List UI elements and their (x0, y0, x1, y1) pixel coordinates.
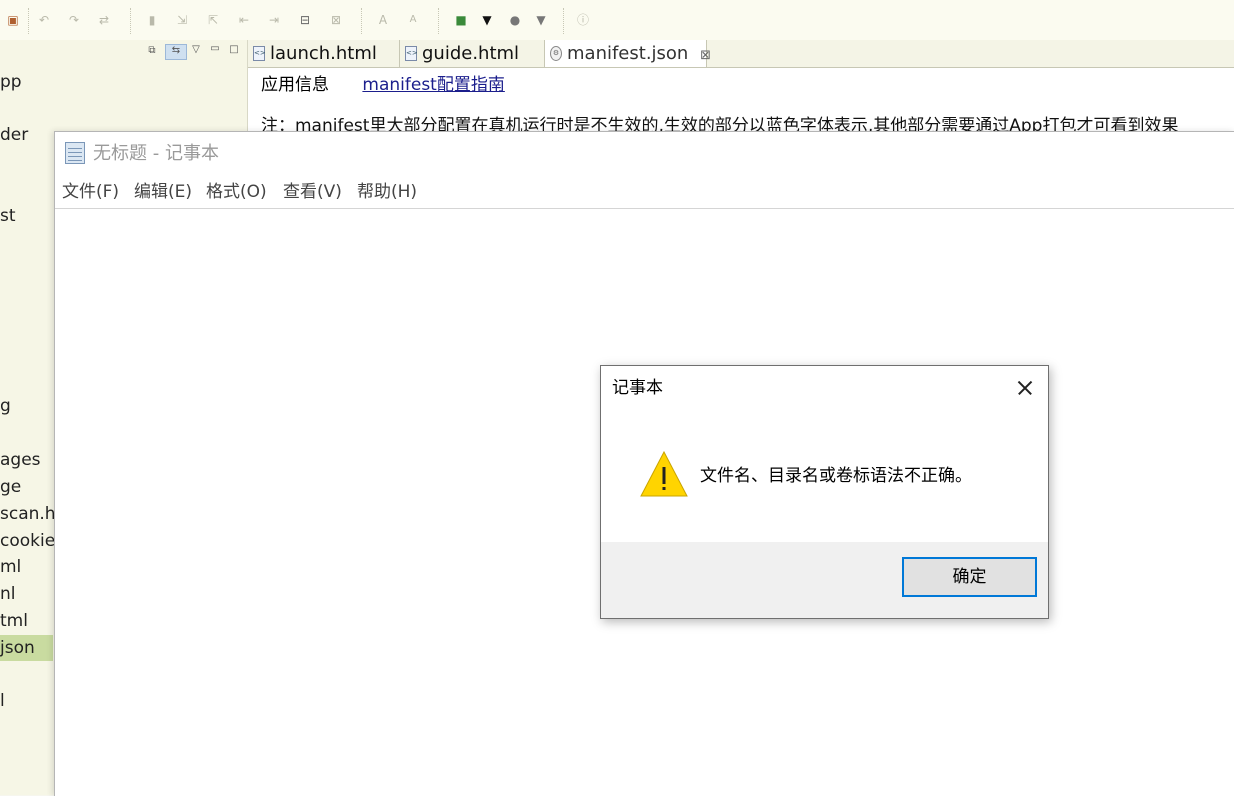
menu-edit[interactable]: 编辑(E) (134, 180, 192, 204)
menu-file[interactable]: 文件(F) (62, 180, 119, 204)
menu-help[interactable]: 帮助(H) (357, 180, 417, 204)
tab-launch-html[interactable]: <> launch.html (248, 40, 400, 67)
info-icon[interactable]: ⓘ (576, 13, 590, 27)
run-icon[interactable]: ⇄ (97, 13, 111, 27)
step-out-icon[interactable]: ⇥ (267, 13, 281, 27)
html-file-icon: <> (253, 46, 266, 61)
new-project-icon[interactable]: ■ (454, 13, 468, 27)
dropdown-icon[interactable]: ▼ (534, 13, 548, 27)
settings-icon[interactable]: ● (508, 13, 522, 27)
dialog-footer: 确定 (601, 542, 1048, 618)
ok-button[interactable]: 确定 (902, 557, 1037, 597)
tree-item-selected[interactable]: json (0, 635, 53, 661)
collapse-all-icon[interactable]: ⧉ (145, 45, 159, 57)
link-editor-icon[interactable]: ⇆ (165, 44, 187, 60)
manifest-guide-link[interactable]: manifest配置指南 (362, 75, 504, 95)
tab-label: launch.html (270, 43, 377, 64)
error-dialog: 记事本 文件名、目录名或卷标语法不正确。 确定 (600, 365, 1049, 619)
close-tab-icon[interactable]: ⊠ (700, 48, 711, 63)
toolbar-separator (361, 8, 363, 34)
font-increase-icon[interactable]: A (376, 13, 390, 27)
maximize-icon[interactable]: □ (227, 44, 241, 56)
close-icon[interactable] (1009, 373, 1041, 403)
tab-manifest-json[interactable]: ⚙ manifest.json ⊠ (545, 40, 711, 67)
save-all-icon[interactable]: ▣ (6, 13, 20, 27)
dropdown-icon[interactable]: ▼ (480, 13, 494, 27)
tab-label: manifest.json (567, 43, 689, 64)
toolbar-separator (438, 8, 440, 34)
tab-label: guide.html (422, 43, 520, 64)
notepad-titlebar[interactable]: 无标题 - 记事本 (55, 132, 1234, 176)
tab-guide-html[interactable]: <> guide.html (400, 40, 545, 67)
step-in-icon[interactable]: ⇤ (237, 13, 251, 27)
redo-icon[interactable]: ↷ (67, 13, 81, 27)
toolbar-separator (28, 8, 30, 34)
comment-icon[interactable]: ⊟ (298, 13, 312, 27)
notepad-title: 无标题 - 记事本 (93, 143, 219, 164)
font-decrease-icon[interactable]: A (406, 13, 420, 27)
dialog-title: 记事本 (612, 378, 663, 398)
menu-view[interactable]: 查看(V) (283, 180, 342, 204)
bookmark-icon[interactable]: ▮ (145, 13, 159, 27)
toolbar-separator (130, 8, 132, 34)
warning-icon (640, 450, 688, 497)
html-file-icon: <> (405, 46, 418, 61)
section-label-app-info[interactable]: 应用信息 (261, 75, 329, 95)
json-file-icon: ⚙ (550, 46, 562, 61)
view-menu-icon[interactable]: ▽ (189, 44, 203, 56)
dialog-message: 文件名、目录名或卷标语法不正确。 (700, 466, 972, 486)
toolbar-separator (563, 8, 565, 34)
notepad-icon (65, 142, 85, 164)
tree-item[interactable]: pp (0, 69, 247, 95)
editor-section-nav: 应用信息 manifest配置指南 (261, 73, 505, 97)
import-icon[interactable]: ⇲ (175, 13, 189, 27)
export-icon[interactable]: ⇱ (206, 13, 220, 27)
ide-toolbar: ▣ ↶ ↷ ⇄ ▮ ⇲ ⇱ ⇤ ⇥ ⊟ ⊠ A A ■ ▼ ● ▼ ⓘ (0, 0, 1234, 41)
uncomment-icon[interactable]: ⊠ (329, 13, 343, 27)
notepad-menubar: 文件(F) 编辑(E) 格式(O) 查看(V) 帮助(H) (55, 176, 1234, 209)
editor-tab-bar: <> launch.html <> guide.html ⚙ manifest.… (248, 40, 1234, 68)
menu-format[interactable]: 格式(O) (206, 180, 267, 204)
undo-icon[interactable]: ↶ (37, 13, 51, 27)
minimize-icon[interactable]: ▭ (208, 43, 222, 55)
